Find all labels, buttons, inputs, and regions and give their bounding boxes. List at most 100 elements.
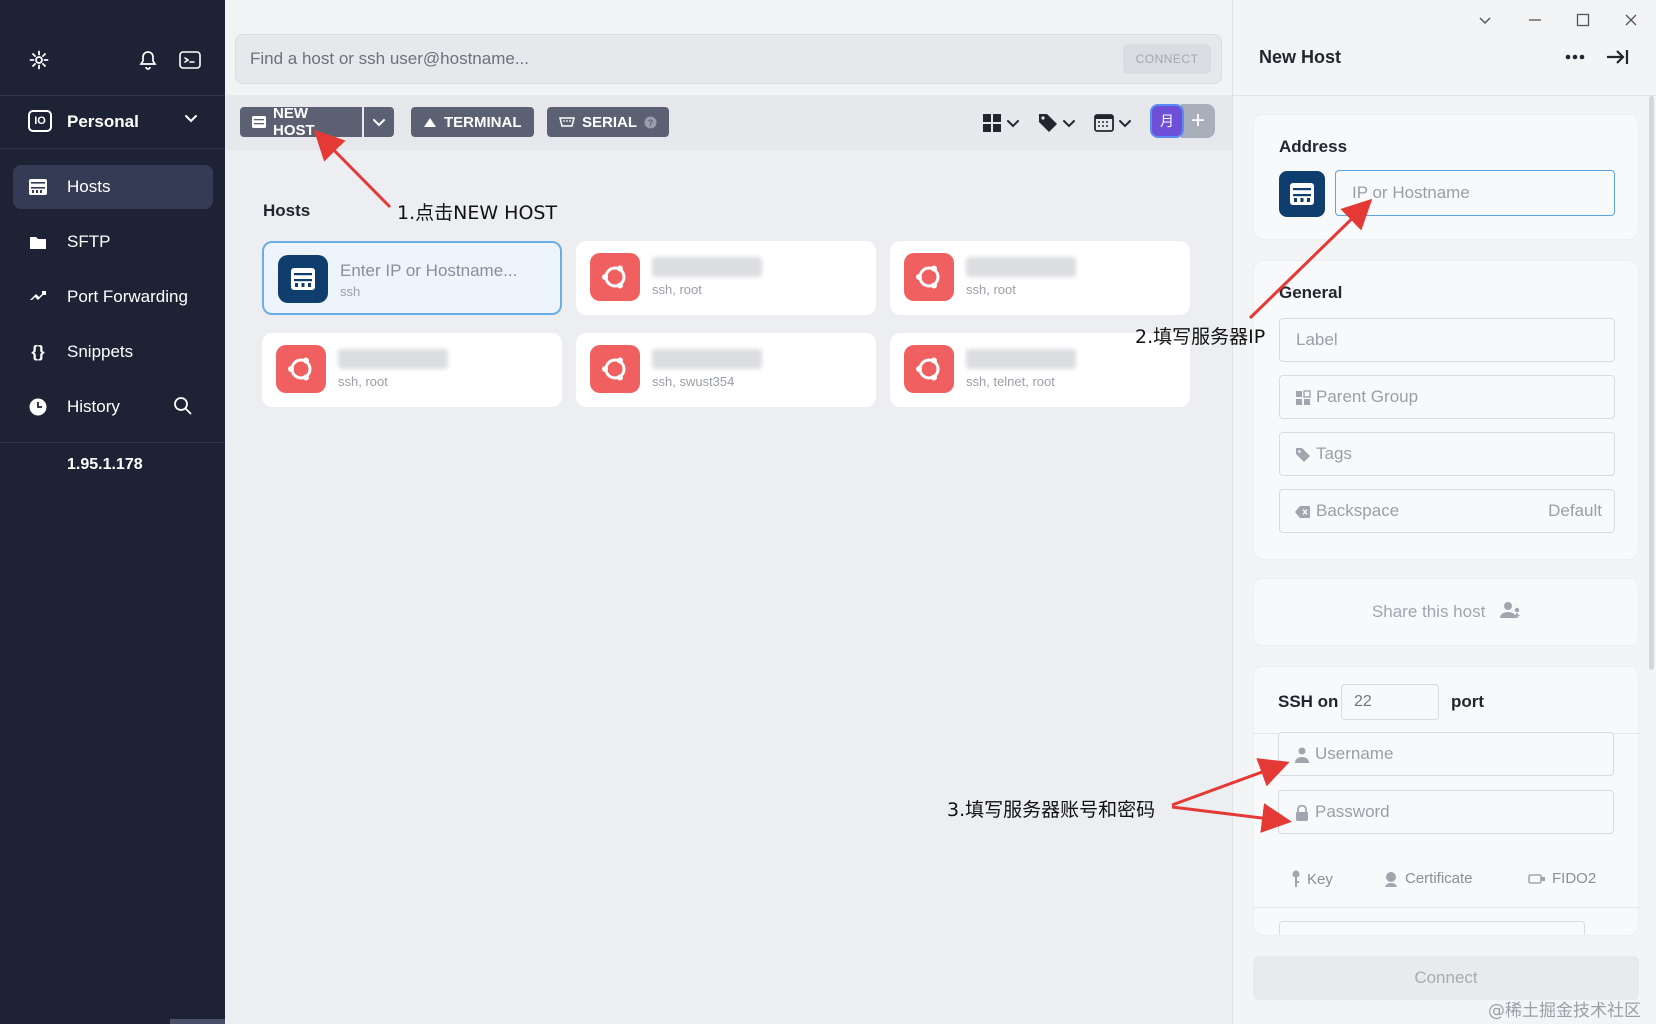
scrollbar[interactable] [1649,96,1654,670]
parent-group-field[interactable]: Parent Group [1279,375,1615,419]
serial-port-icon [559,116,575,128]
view-mode-toggle[interactable] [982,110,1020,136]
share-host-label: Share this host [1371,601,1486,621]
username-field[interactable]: Username [1278,732,1614,776]
vault-selector[interactable]: IO Personal [0,96,225,148]
sidebar-item-label: History [67,397,120,416]
scrollbar[interactable] [170,1019,225,1024]
backspace-label: Backspace [1316,501,1400,520]
backspace-field[interactable]: Backspace Default [1279,489,1615,533]
tags-field[interactable]: Tags [1279,432,1615,476]
ubuntu-icon [904,253,954,301]
identity-field[interactable] [1279,921,1585,935]
sidebar-item-label: Hosts [67,177,111,196]
fido2-option[interactable]: FIDO2 [1528,870,1596,887]
settings-gear-icon[interactable] [26,47,52,73]
new-host-label: NEW HOST [273,105,315,139]
chevron-down-icon [1119,120,1131,128]
search-input[interactable] [250,35,1070,83]
new-host-button[interactable]: NEW HOST [240,105,362,139]
security-key-icon [1528,873,1545,884]
avatar[interactable]: 月 [1150,104,1184,138]
host-subtitle: ssh, root [338,374,388,389]
key-icon [1292,870,1300,887]
connect-button[interactable]: CONNECT [1123,44,1211,74]
sidebar-item-snippets[interactable]: {} Snippets [13,330,213,374]
new-host-panel: New Host Address General Label Parent Gr… [1232,0,1656,1024]
connect-host-button[interactable]: Connect [1253,956,1639,1000]
chevron-down-icon [373,119,385,127]
annotation-step2: 2.填写服务器IP [1135,326,1266,348]
hosts-icon [27,177,49,197]
maximize-icon[interactable] [1571,10,1595,30]
clock-icon [27,397,49,417]
hosts-section-title: Hosts [263,201,311,220]
divider [1233,95,1656,96]
backspace-icon [1294,503,1312,521]
terminal-icon [423,116,437,128]
vault-name: Personal [67,112,139,131]
chevron-down-icon [1063,120,1075,128]
host-card[interactable]: ssh, root [576,241,876,315]
label-field[interactable]: Label [1279,318,1615,362]
host-title-redacted [652,257,762,277]
certificate-label: Certificate [1405,870,1473,887]
tags-placeholder: Tags [1316,444,1352,463]
sidebar-top [0,0,225,95]
sidebar-item-port-forwarding[interactable]: Port Forwarding [13,275,213,319]
port-input[interactable] [1341,684,1439,720]
sort-toggle[interactable] [1094,110,1132,136]
backspace-value: Default [1548,501,1602,520]
bell-icon[interactable] [135,47,161,73]
tag-filter-toggle[interactable] [1038,110,1076,136]
sidebar-item-sftp[interactable]: SFTP [13,220,213,264]
ubuntu-icon [904,345,954,393]
recent-connection-ip[interactable]: 1.95.1.178 [67,456,143,474]
address-input[interactable] [1335,170,1615,216]
host-title: Enter IP or Hostname... [340,261,518,280]
certificate-icon [1385,871,1397,887]
sidebar-item-hosts[interactable]: Hosts [13,165,213,209]
folder-icon [27,232,49,252]
host-card[interactable]: ssh, swust354 [576,333,876,407]
host-card[interactable]: Enter IP or Hostname... ssh [262,241,562,315]
braces-icon: {} [31,342,45,361]
annotation-step1: 1.点击NEW HOST [397,202,558,224]
host-card[interactable]: ssh, root [262,333,562,407]
key-label: Key [1307,870,1333,888]
share-host-button[interactable]: Share this host [1254,601,1640,624]
parent-group-placeholder: Parent Group [1316,387,1419,406]
serial-button[interactable]: SERIAL ? [547,107,670,137]
minimize-icon[interactable] [1523,10,1547,30]
chevron-down-icon [183,110,199,131]
new-host-dropdown[interactable] [364,107,394,137]
sidebar-item-label: Port Forwarding [67,287,188,306]
password-field[interactable]: Password [1278,790,1614,834]
terminal-button[interactable]: TERMINAL [411,107,534,137]
host-card[interactable]: ssh, root [890,241,1190,315]
divider [1254,907,1640,908]
toolbar: NEW HOST TERMINAL SERIAL ? + 月 [225,95,1232,150]
general-card: General Label Parent Group Tags Backspac… [1253,260,1639,560]
ubuntu-icon [590,345,640,393]
collapse-panel-icon[interactable] [1605,47,1629,67]
tag-icon [1039,114,1057,132]
certificate-option[interactable]: Certificate [1383,870,1473,887]
key-option[interactable]: Key [1291,870,1333,888]
sidebar-item-history[interactable]: History [13,385,213,429]
label-placeholder: Label [1296,330,1338,349]
address-label: Address [1279,137,1348,156]
search-icon[interactable] [173,396,193,421]
vault-logo: IO [28,110,52,132]
terminal-label: TERMINAL [444,113,522,131]
divider [0,442,225,443]
divider [0,148,225,149]
close-icon[interactable] [1619,10,1643,30]
host-subtitle: ssh, swust354 [652,374,735,389]
more-options-icon[interactable] [1563,47,1587,67]
terminal-window-icon[interactable] [177,47,203,73]
share-card[interactable]: Share this host [1253,578,1639,646]
chevron-down-icon[interactable] [1473,10,1497,30]
ssh-on-label: SSH on [1278,692,1339,711]
add-member-button[interactable]: + [1181,104,1215,138]
